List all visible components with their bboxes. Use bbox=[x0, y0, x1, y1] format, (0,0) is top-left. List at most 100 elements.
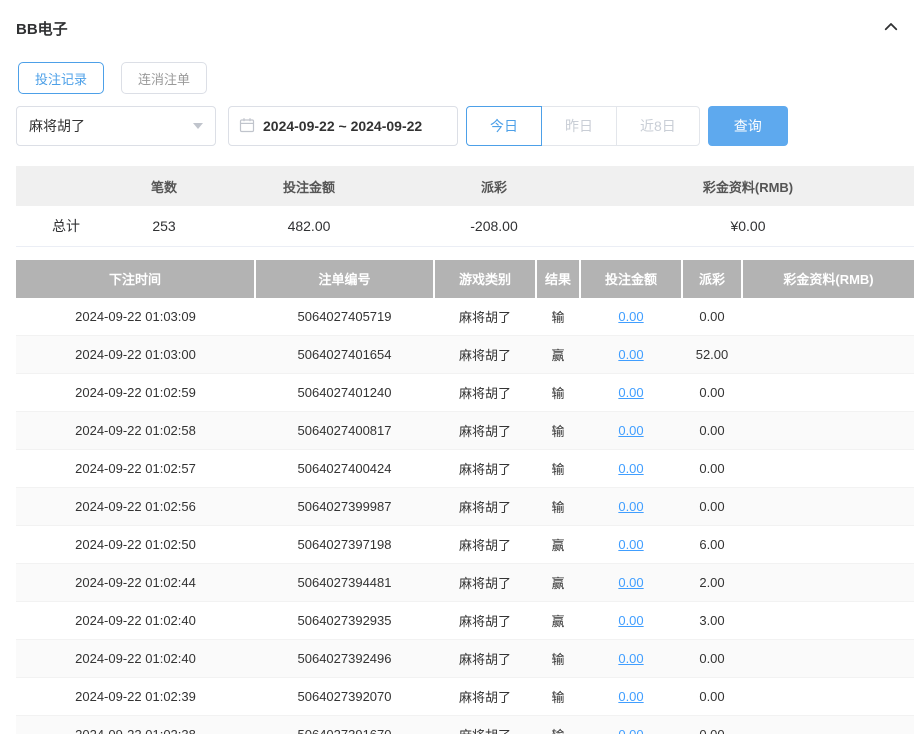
cell-bet-id: 5064027394481 bbox=[255, 564, 434, 602]
cell-result: 输 bbox=[536, 488, 580, 526]
cell-payout: 0.00 bbox=[682, 298, 742, 336]
cell-jackpot bbox=[742, 374, 914, 412]
cell-result: 输 bbox=[536, 716, 580, 734]
cell-payout: 0.00 bbox=[682, 374, 742, 412]
bet-amount-link[interactable]: 0.00 bbox=[618, 613, 643, 628]
chevron-down-icon bbox=[193, 123, 203, 129]
summary-header-empty bbox=[16, 166, 116, 206]
cell-bet-amount: 0.00 bbox=[580, 488, 682, 526]
cell-jackpot bbox=[742, 716, 914, 734]
cell-bet-id: 5064027392496 bbox=[255, 640, 434, 678]
header-payout: 派彩 bbox=[682, 260, 742, 298]
cell-bet-amount: 0.00 bbox=[580, 336, 682, 374]
cell-bet-time: 2024-09-22 01:02:58 bbox=[16, 412, 255, 450]
bet-amount-link[interactable]: 0.00 bbox=[618, 423, 643, 438]
header-bet-id: 注单编号 bbox=[255, 260, 434, 298]
table-row: 2024-09-22 01:02:445064027394481麻将胡了赢0.0… bbox=[16, 564, 914, 602]
yesterday-button[interactable]: 昨日 bbox=[541, 106, 617, 146]
cell-result: 输 bbox=[536, 678, 580, 716]
bet-amount-link[interactable]: 0.00 bbox=[618, 385, 643, 400]
cell-bet-id: 5064027392070 bbox=[255, 678, 434, 716]
cell-jackpot bbox=[742, 526, 914, 564]
cell-bet-amount: 0.00 bbox=[580, 412, 682, 450]
panel-header: BB电子 bbox=[16, 0, 914, 56]
summary-jackpot-value: ¥0.00 bbox=[582, 206, 914, 246]
header-bet-amount: 投注金额 bbox=[580, 260, 682, 298]
summary-count-value: 253 bbox=[116, 206, 212, 246]
cell-result: 输 bbox=[536, 298, 580, 336]
table-row: 2024-09-22 01:02:575064027400424麻将胡了输0.0… bbox=[16, 450, 914, 488]
last-8-days-button[interactable]: 近8日 bbox=[616, 106, 700, 146]
cell-result: 输 bbox=[536, 412, 580, 450]
cell-bet-amount: 0.00 bbox=[580, 640, 682, 678]
table-row: 2024-09-22 01:02:565064027399987麻将胡了输0.0… bbox=[16, 488, 914, 526]
cell-bet-amount: 0.00 bbox=[580, 450, 682, 488]
cell-bet-id: 5064027399987 bbox=[255, 488, 434, 526]
bet-amount-link[interactable]: 0.00 bbox=[618, 651, 643, 666]
cell-jackpot bbox=[742, 336, 914, 374]
summary-total-label: 总计 bbox=[16, 206, 116, 246]
tab-cancelled-bets[interactable]: 连消注单 bbox=[121, 62, 207, 94]
record-type-tabs: 投注记录 连消注单 bbox=[18, 62, 914, 94]
cell-game-type: 麻将胡了 bbox=[434, 298, 536, 336]
date-range-input[interactable]: 2024-09-22 ~ 2024-09-22 bbox=[228, 106, 458, 146]
table-row: 2024-09-22 01:02:595064027401240麻将胡了输 0.0… bbox=[16, 374, 914, 412]
cell-bet-time: 2024-09-22 01:02:44 bbox=[16, 564, 255, 602]
cell-result: 赢 bbox=[536, 526, 580, 564]
cell-bet-time: 2024-09-22 01:02:39 bbox=[16, 678, 255, 716]
game-select[interactable]: 麻将胡了 bbox=[16, 106, 216, 146]
cell-jackpot bbox=[742, 298, 914, 336]
today-button[interactable]: 今日 bbox=[466, 106, 542, 146]
cell-bet-amount: 0.00 bbox=[580, 602, 682, 640]
tab-bet-records[interactable]: 投注记录 bbox=[18, 62, 104, 94]
cell-result: 赢 bbox=[536, 602, 580, 640]
records-header-row: 下注时间 注单编号 游戏类别 结果 投注金额 派彩 彩金资料(RMB) bbox=[16, 260, 914, 298]
table-row: 2024-09-22 01:02:585064027400817麻将胡了输0.0… bbox=[16, 412, 914, 450]
cell-bet-time: 2024-09-22 01:02:40 bbox=[16, 602, 255, 640]
cell-game-type: 麻将胡了 bbox=[434, 450, 536, 488]
table-row: 2024-09-22 01:02:505064027397198麻将胡了赢0.0… bbox=[16, 526, 914, 564]
bet-amount-link[interactable]: 0.00 bbox=[618, 575, 643, 590]
summary-header-jackpot: 彩金资料(RMB) bbox=[582, 166, 914, 206]
query-button[interactable]: 查询 bbox=[708, 106, 788, 146]
cell-game-type: 麻将胡了 bbox=[434, 716, 536, 734]
cell-result: 输 bbox=[536, 374, 580, 412]
summary-header-count: 笔数 bbox=[116, 166, 212, 206]
bet-amount-link[interactable]: 0.00 bbox=[618, 347, 643, 362]
records-table: 下注时间 注单编号 游戏类别 结果 投注金额 派彩 彩金资料(RMB) 2024… bbox=[16, 260, 914, 734]
cell-payout: 0.00 bbox=[682, 450, 742, 488]
bet-amount-link[interactable]: 0.00 bbox=[618, 727, 643, 734]
cell-bet-id: 5064027392935 bbox=[255, 602, 434, 640]
cell-bet-amount: 0.00 bbox=[580, 678, 682, 716]
bet-amount-link[interactable]: 0.00 bbox=[618, 309, 643, 324]
cell-bet-time: 2024-09-22 01:02:57 bbox=[16, 450, 255, 488]
cell-bet-time: 2024-09-22 01:03:00 bbox=[16, 336, 255, 374]
cell-payout: 52.00 bbox=[682, 336, 742, 374]
cell-game-type: 麻将胡了 bbox=[434, 374, 536, 412]
cell-payout: 0.00 bbox=[682, 488, 742, 526]
cell-bet-id: 5064027401240 bbox=[255, 374, 434, 412]
cell-payout: 3.00 bbox=[682, 602, 742, 640]
bet-records-panel: BB电子 投注记录 连消注单 麻将胡了 2024-09-22 ~ 2024-09… bbox=[0, 0, 914, 734]
table-row: 2024-09-22 01:02:405064027392935麻将胡了赢0.0… bbox=[16, 602, 914, 640]
summary-table: 笔数 投注金额 派彩 彩金资料(RMB) 总计 253 482.00 -208.… bbox=[16, 166, 914, 247]
cell-jackpot bbox=[742, 640, 914, 678]
cell-bet-id: 5064027391670 bbox=[255, 716, 434, 734]
cell-result: 赢 bbox=[536, 336, 580, 374]
table-row: 2024-09-22 01:03:005064027401654麻将胡了赢0.0… bbox=[16, 336, 914, 374]
bet-amount-link[interactable]: 0.00 bbox=[618, 461, 643, 476]
cell-payout: 0.00 bbox=[682, 640, 742, 678]
cell-jackpot bbox=[742, 678, 914, 716]
bet-amount-link[interactable]: 0.00 bbox=[618, 499, 643, 514]
page-title: BB电子 bbox=[16, 18, 68, 39]
bet-amount-link[interactable]: 0.00 bbox=[618, 537, 643, 552]
summary-payout-value: -208.00 bbox=[406, 206, 582, 246]
table-row: 2024-09-22 01:02:395064027392070麻将胡了输0.0… bbox=[16, 678, 914, 716]
cell-bet-time: 2024-09-22 01:02:59 bbox=[16, 374, 255, 412]
collapse-panel-button[interactable] bbox=[882, 18, 900, 39]
cell-bet-amount: 0.00 bbox=[580, 298, 682, 336]
bet-amount-link[interactable]: 0.00 bbox=[618, 689, 643, 704]
header-game-type: 游戏类别 bbox=[434, 260, 536, 298]
cell-bet-time: 2024-09-22 01:02:56 bbox=[16, 488, 255, 526]
cell-bet-time: 2024-09-22 01:02:40 bbox=[16, 640, 255, 678]
